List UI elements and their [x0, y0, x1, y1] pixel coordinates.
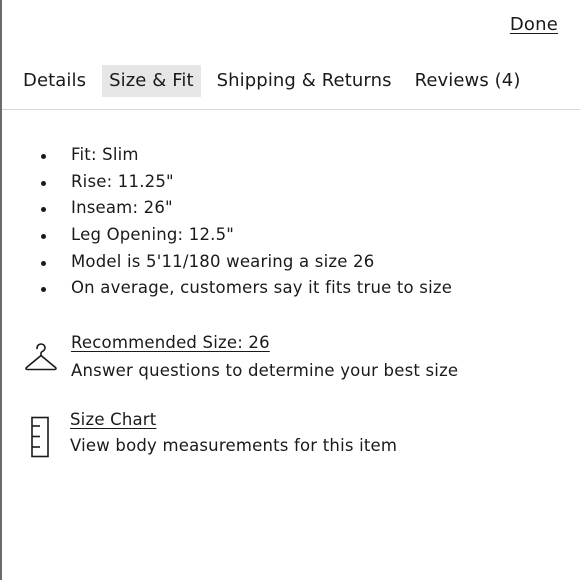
list-item: Rise: 11.25": [2, 171, 452, 198]
bullet-icon: [41, 234, 46, 240]
recommended-size-block[interactable]: Recommended Size: 26 Answer questions to…: [2, 332, 562, 388]
fit-detail-text: Leg Opening: 12.5": [71, 225, 235, 245]
list-item: On average, customers say it fits true t…: [2, 277, 452, 304]
fit-detail-text: Fit: Slim: [71, 145, 139, 164]
size-chart-block[interactable]: Size Chart View body measurements for th…: [2, 409, 562, 465]
size-fit-panel: Done Details Size & Fit Shipping & Retur…: [0, 0, 580, 580]
fit-detail-text: Inseam: 26": [71, 198, 173, 218]
done-button[interactable]: Done: [510, 14, 558, 35]
ruler-icon: [31, 416, 49, 458]
recommended-size-link[interactable]: Recommended Size: 26: [71, 333, 270, 352]
bullet-icon: [41, 154, 46, 159]
tab-bar: Details Size & Fit Shipping & Returns Re…: [16, 65, 536, 97]
list-item: Inseam: 26": [2, 197, 452, 224]
fit-detail-text: Rise: 11.25": [71, 171, 174, 191]
list-item: Model is 5'11/180 wearing a size 26: [2, 251, 452, 278]
tab-reviews[interactable]: Reviews (4): [408, 65, 528, 97]
size-chart-link[interactable]: Size Chart: [70, 410, 156, 429]
bullet-icon: [41, 207, 46, 213]
bullet-icon: [41, 180, 46, 186]
tab-shipping-returns[interactable]: Shipping & Returns: [210, 65, 399, 97]
bullet-icon: [41, 260, 46, 266]
recommended-size-subtitle: Answer questions to determine your best …: [71, 361, 459, 380]
tab-details[interactable]: Details: [16, 65, 93, 97]
bullet-icon: [41, 287, 46, 293]
fit-details-list: Fit: Slim Rise: 11.25" Inseam: 26" Leg O…: [2, 144, 452, 304]
hanger-icon: [25, 343, 57, 371]
list-item: Fit: Slim: [2, 144, 452, 171]
tab-divider: [2, 109, 580, 110]
size-chart-subtitle: View body measurements for this item: [70, 436, 398, 455]
tab-size-fit[interactable]: Size & Fit: [102, 65, 201, 97]
fit-detail-text: Model is 5'11/180 wearing a size 26: [71, 251, 375, 271]
fit-detail-text: On average, customers say it fits true t…: [71, 278, 453, 298]
list-item: Leg Opening: 12.5": [2, 224, 452, 251]
